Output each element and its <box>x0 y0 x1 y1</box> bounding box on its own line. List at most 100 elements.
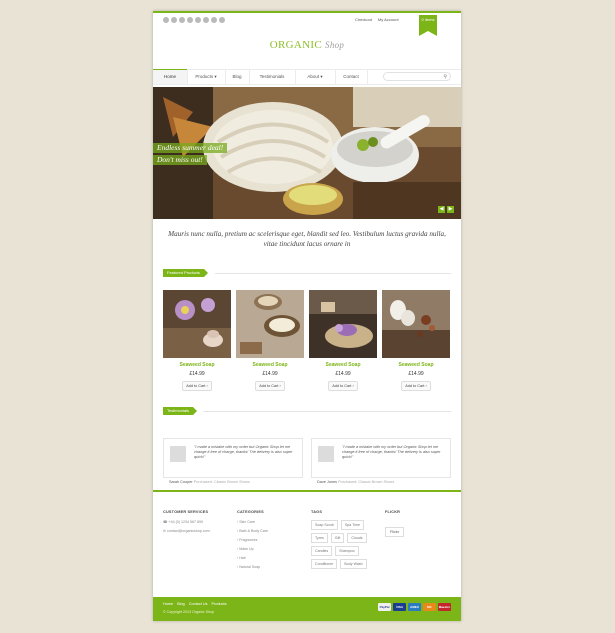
vimeo-icon[interactable] <box>211 17 217 23</box>
footer-heading: CUSTOMER SERVICES <box>163 510 209 514</box>
product-name[interactable]: Seaweed Soap <box>163 362 231 368</box>
tag-link[interactable]: Candles <box>311 546 333 556</box>
shop-page: Checkout My Account 0 items ORGANIC Shop… <box>153 11 461 621</box>
product-image[interactable] <box>236 290 304 358</box>
logo-sub: Shop <box>325 40 345 50</box>
rss-icon[interactable] <box>195 17 201 23</box>
category-link[interactable]: › Bath & Body Care <box>237 529 268 533</box>
slider-caption-line2: Don't miss out! <box>153 155 207 165</box>
nav-item-testimonials[interactable]: Testimonials <box>249 70 296 84</box>
tag-link[interactable]: Body Wash <box>340 559 367 569</box>
maestro-icon: Maestro <box>438 603 451 611</box>
checkout-link[interactable]: Checkout <box>355 17 372 22</box>
tag-link[interactable]: Gift <box>330 533 345 543</box>
email-text: contact@organicshop.com <box>167 529 210 533</box>
add-to-cart-button[interactable]: Add to Cart › <box>401 381 431 391</box>
testimonial-quote: "I made a mistake with my order but Orga… <box>342 445 441 459</box>
footer-heading: FLICKR <box>385 510 401 514</box>
flickr-icon[interactable] <box>219 17 225 23</box>
phone-number: ☎ +44 (0) 1234 567 890 <box>163 520 210 524</box>
search-input[interactable]: ⚲ <box>383 72 451 81</box>
testimonial-author-product: Purchased: Classic Brown Shoes <box>338 480 395 484</box>
nav-item-blog[interactable]: Blog <box>225 70 250 84</box>
payment-icons: PayPal VISA AMEX MC Maestro <box>378 603 451 611</box>
pinterest-icon[interactable] <box>203 17 209 23</box>
slider-prev-icon[interactable]: ◀ <box>438 206 445 213</box>
footer-customer-services: CUSTOMER SERVICES ☎ +44 (0) 1234 567 890… <box>163 510 210 538</box>
add-to-cart-button[interactable]: Add to Cart › <box>182 381 212 391</box>
logo-main: ORGANIC <box>269 39 322 51</box>
tag-link[interactable]: Soap Scrub <box>311 520 338 530</box>
product-card: Seaweed Soap £14.99 Add to Cart › <box>382 290 450 391</box>
main-nav: Home Products ▾ Blog Testimonials About … <box>153 69 461 85</box>
nav-item-about[interactable]: About ▾ <box>295 70 336 84</box>
testimonial-author: Dave Jones Purchased: Classic Brown Shoe… <box>317 480 394 484</box>
product-price: £14.99 <box>189 371 205 377</box>
category-label: Make Up <box>239 547 254 551</box>
featured-products: Seaweed Soap £14.99 Add to Cart › Seawee… <box>163 290 451 400</box>
product-name[interactable]: Seaweed Soap <box>236 362 304 368</box>
google-plus-icon[interactable] <box>179 17 185 23</box>
category-link[interactable]: › Fragrances <box>237 538 268 542</box>
product-card: Seaweed Soap £14.99 Add to Cart › <box>163 290 231 391</box>
bottom-link-products[interactable]: Products <box>212 602 227 606</box>
bottom-link-blog[interactable]: Blog <box>177 602 185 606</box>
bottom-link-home[interactable]: Home <box>163 602 173 606</box>
product-name[interactable]: Seaweed Soap <box>309 362 377 368</box>
category-link[interactable]: › Natural Soap <box>237 565 268 569</box>
intro-text: Mauris nunc nulla, pretium ac scelerisqu… <box>168 230 446 248</box>
amex-icon: AMEX <box>408 603 421 611</box>
footer-flickr: FLICKR Flickr <box>385 510 405 538</box>
product-image[interactable] <box>163 290 231 358</box>
facebook-icon[interactable] <box>163 17 169 23</box>
category-link[interactable]: › Skin Care <box>237 520 268 524</box>
product-image[interactable] <box>382 290 450 358</box>
category-link[interactable]: › Hair <box>237 556 268 560</box>
flickr-button[interactable]: Flickr <box>385 527 405 537</box>
testimonial-author-product: Purchased: Classic Brown Shoes <box>193 480 250 484</box>
mail-icon: ✉ <box>163 529 167 533</box>
slider-caption: Endless summer deal! Don't miss out! <box>153 143 228 167</box>
linkedin-icon[interactable] <box>187 17 193 23</box>
product-image[interactable] <box>309 290 377 358</box>
add-to-cart-button[interactable]: Add to Cart › <box>255 381 285 391</box>
product-card: Seaweed Soap £14.99 Add to Cart › <box>309 290 377 391</box>
top-bar: Checkout My Account 0 items <box>153 11 461 36</box>
testimonial-quote: "I made a mistake with my order but Orga… <box>194 445 293 459</box>
footer: CUSTOMER SERVICES ☎ +44 (0) 1234 567 890… <box>153 490 461 597</box>
tag-link[interactable]: Spa Time <box>340 520 364 530</box>
featured-heading: Featured Products <box>163 269 451 277</box>
search-icon[interactable]: ⚲ <box>443 73 447 81</box>
featured-divider <box>215 273 451 274</box>
add-to-cart-button[interactable]: Add to Cart › <box>328 381 358 391</box>
bottom-link-contact[interactable]: Contact Us <box>189 602 208 606</box>
category-label: Hair <box>239 556 246 560</box>
footer-tags: TAGS Soap Scrub Spa Time Tyres Gift Clou… <box>311 510 375 569</box>
featured-title: Featured Products <box>163 269 208 277</box>
visa-icon: VISA <box>393 603 406 611</box>
testimonial-author: Sarah Cooper Purchased: Classic Brown Sh… <box>169 480 250 484</box>
nav-item-home[interactable]: Home <box>153 70 188 84</box>
product-name[interactable]: Seaweed Soap <box>382 362 450 368</box>
cart-button[interactable]: 0 items <box>419 15 437 36</box>
slider-next-icon[interactable]: ▶ <box>447 206 454 213</box>
tag-link[interactable]: Tyres <box>311 533 328 543</box>
footer-heading: TAGS <box>311 510 323 514</box>
site-logo[interactable]: ORGANIC Shop <box>153 39 461 51</box>
testimonials-divider <box>203 411 451 412</box>
tag-link[interactable]: Conditioner <box>311 559 338 569</box>
tag-link[interactable]: Clouds <box>347 533 367 543</box>
tag-cloud: Soap Scrub Spa Time Tyres Gift Clouds Ca… <box>311 520 375 569</box>
nav-item-contact[interactable]: Contact <box>335 70 368 84</box>
slider-arrows: ◀ ▶ <box>438 206 454 213</box>
product-card: Seaweed Soap £14.99 Add to Cart › <box>236 290 304 391</box>
mastercard-icon: MC <box>423 603 436 611</box>
nav-item-products[interactable]: Products ▾ <box>187 70 226 84</box>
twitter-icon[interactable] <box>171 17 177 23</box>
my-account-link[interactable]: My Account <box>378 17 399 22</box>
avatar <box>170 446 186 462</box>
hero-slider: Endless summer deal! Don't miss out! ◀ ▶ <box>153 87 461 219</box>
tag-link[interactable]: Shampoo <box>335 546 359 556</box>
category-link[interactable]: › Make Up <box>237 547 268 551</box>
email-address[interactable]: ✉ contact@organicshop.com <box>163 529 210 533</box>
